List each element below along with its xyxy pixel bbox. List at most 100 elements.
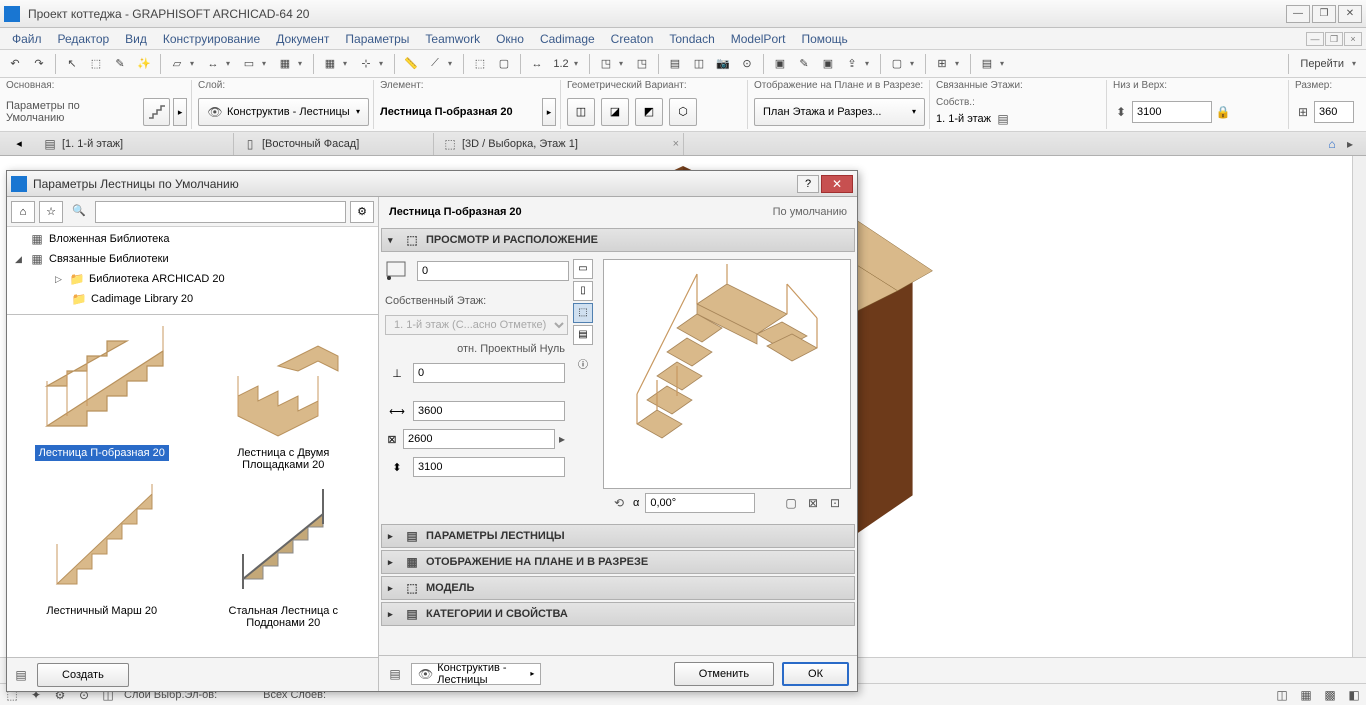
cancel-button[interactable]: Отменить (674, 662, 774, 686)
search-input[interactable] (95, 201, 346, 223)
offset-input[interactable] (417, 261, 569, 281)
dim2-input[interactable] (403, 429, 555, 449)
snap-icon[interactable]: ⊹ (355, 53, 377, 75)
proj-zero-input[interactable] (413, 363, 565, 383)
nav1-icon[interactable]: ▢ (886, 53, 908, 75)
favorite-icon[interactable]: ☆ (39, 201, 63, 223)
basic-next[interactable]: ▸ (173, 98, 187, 126)
vertical-scrollbar[interactable] (1352, 156, 1366, 657)
topbot-input[interactable] (1132, 101, 1212, 123)
dim12-icon[interactable]: 1.2 (550, 53, 572, 75)
section-display-header[interactable]: ▸ ▦ ОТОБРАЖЕНИЕ НА ПЛАНЕ И В РАЗРЕЗЕ (381, 550, 855, 574)
gallery-item[interactable]: Лестничный Марш 20 (15, 481, 189, 631)
edit3d-icon[interactable]: ✎ (793, 53, 815, 75)
suspend-icon[interactable]: ▦ (274, 53, 296, 75)
section-model-header[interactable]: ▸ ⬚ МОДЕЛЬ (381, 576, 855, 600)
menu-creaton[interactable]: Creaton (603, 32, 662, 46)
menu-cadimage[interactable]: Cadimage (532, 32, 603, 46)
dim-icon[interactable]: ↔ (526, 53, 548, 75)
morph-icon[interactable]: ▣ (769, 53, 791, 75)
trace2-icon[interactable]: ◳ (631, 53, 653, 75)
menu-help[interactable]: Помощь (793, 32, 855, 46)
tab-floor1[interactable]: ▤ [1. 1-й этаж] (34, 133, 234, 155)
library-home-icon[interactable]: ⌂ (11, 201, 35, 223)
view-front[interactable]: ▯ (573, 281, 593, 301)
doc-restore[interactable]: ❐ (1325, 32, 1343, 46)
menu-file[interactable]: Файл (4, 32, 50, 46)
marquee-icon[interactable]: ⬚ (85, 53, 107, 75)
layer-stack-icon[interactable]: ▤ (387, 666, 403, 682)
flip-x-icon[interactable]: ⊠ (805, 495, 821, 511)
s6-icon[interactable]: ◫ (1274, 687, 1290, 703)
redo-button[interactable]: ↷ (28, 53, 50, 75)
stair-tool-icon[interactable] (143, 98, 170, 126)
own-story-select[interactable]: 1. 1-й этаж (С...асно Отметке) (385, 315, 568, 335)
collapse-icon[interactable]: ▾ (388, 235, 398, 246)
collapse-icon[interactable]: ◢ (15, 254, 25, 265)
gallery-item[interactable]: Лестница с Двумя Площадками 20 (197, 323, 371, 473)
menu-editor[interactable]: Редактор (50, 32, 118, 46)
dialog-close-button[interactable]: ✕ (821, 175, 853, 193)
s9-icon[interactable]: ◧ (1346, 687, 1362, 703)
settings-icon[interactable]: ⚙ (350, 201, 374, 223)
new-stair-icon[interactable]: ▤ (13, 667, 29, 683)
tab-3d[interactable]: ⬚ [3D / Выборка, Этаж 1] × (434, 133, 684, 155)
minimize-button[interactable]: — (1286, 5, 1310, 23)
link-icon[interactable]: ▸ (559, 431, 565, 447)
trace-icon[interactable]: ◳ (595, 53, 617, 75)
geom-var4[interactable]: ⬡ (669, 98, 697, 126)
export-icon[interactable]: ⇪ (841, 53, 863, 75)
grid-icon[interactable]: ▦ (319, 53, 341, 75)
edit-icon[interactable]: ✎ (109, 53, 131, 75)
navigator-icon[interactable]: ⌂ (1324, 136, 1340, 152)
size-input[interactable] (1314, 101, 1354, 123)
plan-dropdown[interactable]: План Этажа и Разрез... ▾ (754, 98, 925, 126)
3d-icon[interactable]: ◫ (688, 53, 710, 75)
tree-embedded[interactable]: ▦ Вложенная Библиотека (9, 229, 376, 249)
tool1-icon[interactable]: ▢ (493, 53, 515, 75)
menu-modelport[interactable]: ModelPort (723, 32, 794, 46)
library-gallery[interactable]: Лестница П-образная 20 Лестница с Двумя … (7, 315, 378, 657)
menu-options[interactable]: Параметры (337, 32, 417, 46)
close-icon[interactable]: × (673, 138, 679, 150)
section-params-header[interactable]: ▸ ▤ ПАРАМЕТРЫ ЛЕСТНИЦЫ (381, 524, 855, 548)
tree-archicad-lib[interactable]: ▷ 📁 Библиотека ARCHICAD 20 (9, 269, 376, 289)
search-icon[interactable]: 🔍 (67, 201, 91, 223)
menu-view[interactable]: Вид (117, 32, 155, 46)
view-top[interactable]: ▭ (573, 259, 593, 279)
dim1-input[interactable] (413, 401, 565, 421)
flip-y-icon[interactable]: ⊡ (827, 495, 843, 511)
menu-document[interactable]: Документ (268, 32, 337, 46)
element-next[interactable]: ▸ (542, 98, 556, 126)
dialog-titlebar[interactable]: Параметры Лестницы по Умолчанию ? ✕ (7, 171, 857, 197)
tab-elevation[interactable]: ▯ [Восточный Фасад] (234, 133, 434, 155)
render-icon[interactable]: ⊙ (736, 53, 758, 75)
footer-layer-dropdown[interactable]: 👁 Конструктив - Лестницы ▸ (411, 663, 541, 685)
move-icon[interactable]: ↔ (202, 53, 224, 75)
organizer-icon[interactable]: ▸ (1342, 136, 1358, 152)
menu-construct[interactable]: Конструирование (155, 32, 268, 46)
cube-icon[interactable]: ⬚ (469, 53, 491, 75)
group-icon[interactable]: ▭ (238, 53, 260, 75)
view-3d[interactable]: ⬚ (573, 303, 593, 323)
view-side[interactable]: ▤ (573, 325, 593, 345)
s7-icon[interactable]: ▦ (1298, 687, 1314, 703)
undo-button[interactable]: ↶ (4, 53, 26, 75)
menu-window[interactable]: Окно (488, 32, 532, 46)
tab-prev[interactable]: ◂ (4, 137, 34, 150)
mirror-icon[interactable]: ▢ (783, 495, 799, 511)
solid-icon[interactable]: ▣ (817, 53, 839, 75)
menu-teamwork[interactable]: Teamwork (417, 32, 488, 46)
create-button[interactable]: Создать (37, 663, 129, 687)
menu-tondach[interactable]: Tondach (661, 32, 722, 46)
maximize-button[interactable]: ❐ (1312, 5, 1336, 23)
angle-input[interactable] (645, 493, 755, 513)
gallery-item[interactable]: Стальная Лестница с Поддонами 20 (197, 481, 371, 631)
window-icon[interactable]: ⊞ (931, 53, 953, 75)
palette-icon[interactable]: ▤ (976, 53, 998, 75)
geom-var2[interactable]: ◪ (601, 98, 629, 126)
dialog-help-button[interactable]: ? (797, 175, 819, 193)
layer-dropdown[interactable]: 👁 Конструктив - Лестницы ▾ (198, 98, 369, 126)
doc-close[interactable]: × (1344, 32, 1362, 46)
doc-minimize[interactable]: — (1306, 32, 1324, 46)
